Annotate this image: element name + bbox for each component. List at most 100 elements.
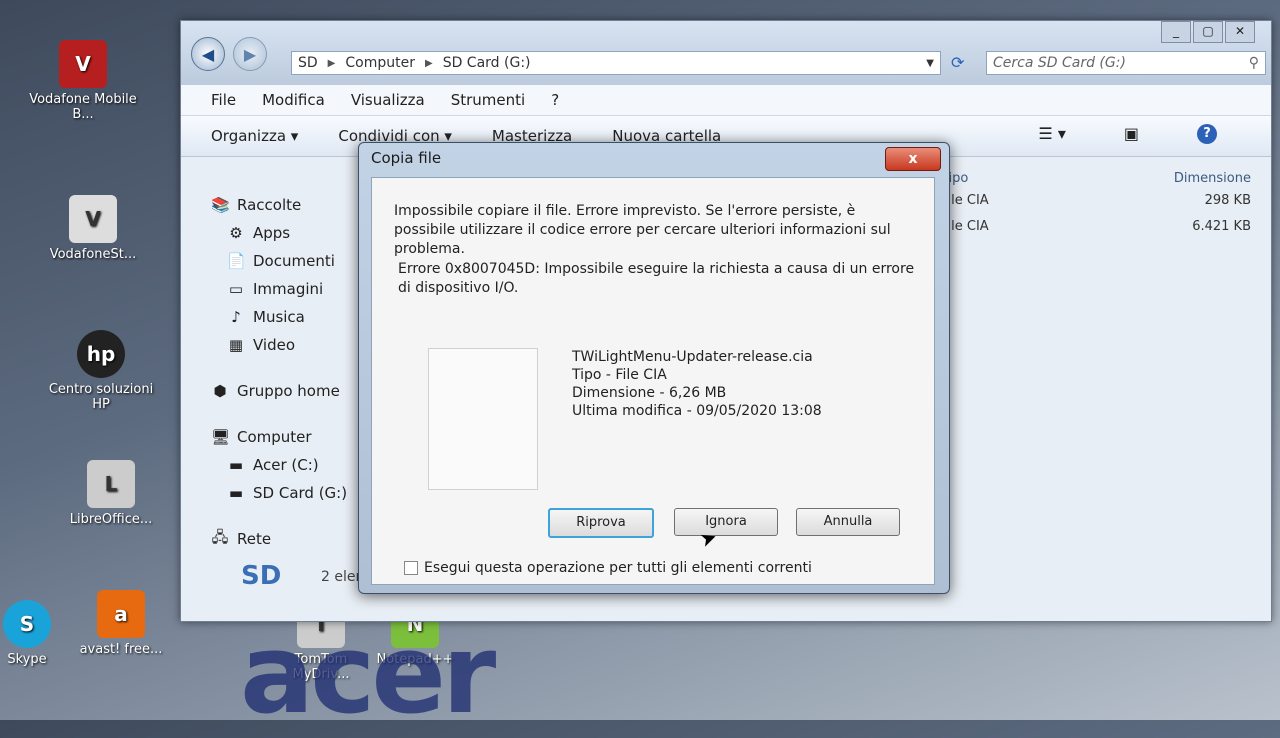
minimize-button[interactable]: _: [1161, 21, 1191, 43]
file-list: Tipo Dimensione File CIA 298 KB File CIA…: [941, 171, 1251, 245]
vodafone-st-icon: V: [69, 195, 117, 243]
status-drive-icon: SD: [241, 561, 282, 591]
skype-icon: S: [3, 600, 51, 648]
desktop-icon-label: avast! free...: [79, 642, 163, 657]
documents-icon: 📄: [227, 252, 246, 270]
breadcrumb-sd-card[interactable]: SD Card (G:): [443, 55, 531, 71]
computer-icon: 🖥: [211, 428, 231, 446]
address-bar[interactable]: SD ▶ Computer ▶ SD Card (G:) ▼: [291, 51, 941, 75]
desktop-icon-vodafone-st[interactable]: V VodafoneSt...: [38, 195, 148, 262]
nav-label: SD Card (G:): [253, 484, 348, 502]
homegroup-icon: ⬢: [213, 382, 227, 400]
nav-item-documenti[interactable]: 📄 Documenti: [211, 247, 371, 275]
breadcrumb-separator-icon: ▶: [327, 57, 336, 69]
apply-to-all-row[interactable]: Esegui questa operazione per tutti gli e…: [404, 560, 812, 576]
music-icon: ♪: [231, 308, 241, 326]
desktop-icon-label: Vodafone Mobile B...: [29, 92, 137, 122]
file-size: 298 KB: [1204, 193, 1251, 208]
libreoffice-icon: L: [87, 460, 135, 508]
nav-item-computer[interactable]: 🖥 Computer: [211, 423, 371, 451]
apply-to-all-checkbox[interactable]: [404, 561, 418, 575]
nav-item-acer-c[interactable]: ▬ Acer (C:): [211, 451, 371, 479]
desktop-icon-vodafone-mobile-broadband[interactable]: V Vodafone Mobile B...: [28, 40, 138, 122]
back-button[interactable]: ◀: [191, 37, 225, 71]
file-name: TWiLightMenu-Updater-release.cia: [572, 349, 813, 365]
nav-item-musica[interactable]: ♪ Musica: [211, 303, 371, 331]
desktop-icon-skype[interactable]: S Skype: [0, 600, 82, 667]
nav-label: Acer (C:): [253, 456, 319, 474]
nav-label: Video: [253, 336, 296, 354]
nav-label: Documenti: [253, 252, 335, 270]
navigation-pane: 📚 Raccolte ⚙ Apps 📄 Documenti ▭ Immagini ♪ Mu…: [211, 191, 371, 553]
vodafone-icon: V: [59, 40, 107, 88]
file-thumbnail: [428, 348, 538, 490]
hp-icon: hp: [77, 330, 125, 378]
menu-file[interactable]: File: [211, 91, 236, 109]
nav-item-video[interactable]: ▦ Video: [211, 331, 371, 359]
organize-button[interactable]: Organizza ▾: [211, 127, 298, 145]
pictures-icon: ▭: [228, 280, 244, 298]
drive-icon: ▬: [228, 456, 244, 474]
arrow-right-icon: ▶: [243, 44, 257, 64]
menu-help[interactable]: ?: [551, 91, 559, 109]
file-row[interactable]: File CIA 298 KB: [941, 193, 1251, 219]
search-input[interactable]: Cerca SD Card (G:) ⚲: [986, 51, 1266, 75]
nav-item-apps[interactable]: ⚙ Apps: [211, 219, 371, 247]
breadcrumb-computer[interactable]: Computer: [345, 55, 415, 71]
arrow-left-icon: ◀: [201, 44, 215, 64]
copy-file-dialog: Copia file x Impossibile copiare il file…: [358, 142, 950, 594]
nav-label: Raccolte: [237, 196, 302, 214]
breadcrumb-separator-icon: ▶: [424, 57, 433, 69]
file-list-header: Tipo Dimensione: [941, 171, 1251, 193]
file-size-detail: Dimensione - 6,26 MB: [572, 385, 727, 401]
file-type-detail: Tipo - File CIA: [572, 367, 667, 383]
nav-item-gruppo-home[interactable]: ⬢ Gruppo home: [211, 377, 371, 405]
desktop-icon-centro-soluzioni-hp[interactable]: hp Centro soluzioni HP: [46, 330, 156, 412]
preview-pane-icon[interactable]: ▣: [1124, 124, 1139, 144]
address-dropdown-icon[interactable]: ▼: [926, 58, 934, 69]
sd-card-icon: ▬: [228, 484, 244, 502]
nav-item-immagini[interactable]: ▭ Immagini: [211, 275, 371, 303]
breadcrumb-root[interactable]: SD: [298, 55, 318, 71]
close-window-button[interactable]: ✕: [1225, 21, 1255, 43]
refresh-button[interactable]: ⟳: [951, 53, 964, 72]
view-controls: ☰ ▾ ▣ ?: [1038, 124, 1257, 144]
desktop-icon-avast[interactable]: a avast! free...: [66, 590, 176, 657]
dialog-close-button[interactable]: x: [885, 147, 941, 171]
column-header-size[interactable]: Dimensione: [1174, 171, 1251, 193]
desktop-icon-label: LibreOffice...: [69, 512, 153, 527]
file-row[interactable]: File CIA 6.421 KB: [941, 219, 1251, 245]
forward-button[interactable]: ▶: [233, 37, 267, 71]
search-placeholder: Cerca SD Card (G:): [993, 55, 1126, 71]
menu-modifica[interactable]: Modifica: [262, 91, 325, 109]
nav-item-rete[interactable]: 🖧 Rete: [211, 525, 371, 553]
ignore-button[interactable]: Ignora: [674, 508, 778, 536]
video-icon: ▦: [228, 336, 244, 354]
desktop-icon-label: VodafoneSt...: [49, 247, 137, 262]
desktop-icon-label: Centro soluzioni HP: [48, 382, 154, 412]
dialog-title: Copia file: [371, 149, 442, 167]
desktop-icon-libreoffice[interactable]: L LibreOffice...: [56, 460, 166, 527]
maximize-button[interactable]: ▢: [1193, 21, 1223, 43]
file-details: TWiLightMenu-Updater-release.cia Tipo - …: [572, 348, 822, 420]
nav-label: Computer: [237, 428, 312, 446]
libraries-icon: 📚: [211, 196, 230, 214]
close-icon: x: [908, 151, 918, 167]
nav-item-sd-card[interactable]: ▬ SD Card (G:): [211, 479, 371, 507]
menu-visualizza[interactable]: Visualizza: [351, 91, 425, 109]
apps-icon: ⚙: [229, 224, 243, 242]
nav-label: Rete: [237, 530, 272, 548]
acer-logo: acer: [240, 610, 496, 738]
view-options-icon[interactable]: ☰ ▾: [1038, 124, 1065, 144]
cancel-button[interactable]: Annulla: [796, 508, 900, 536]
retry-button[interactable]: Riprova: [548, 508, 654, 538]
file-modified-detail: Ultima modifica - 09/05/2020 13:08: [572, 403, 822, 419]
help-icon[interactable]: ?: [1197, 124, 1217, 144]
search-icon: ⚲: [1248, 55, 1259, 71]
nav-label: Immagini: [253, 280, 324, 298]
menu-strumenti[interactable]: Strumenti: [451, 91, 525, 109]
nav-item-raccolte[interactable]: 📚 Raccolte: [211, 191, 371, 219]
dialog-body: Impossibile copiare il file. Errore impr…: [371, 177, 935, 585]
error-code-message: Errore 0x8007045D: Impossibile eseguire …: [398, 261, 915, 296]
avast-icon: a: [97, 590, 145, 638]
